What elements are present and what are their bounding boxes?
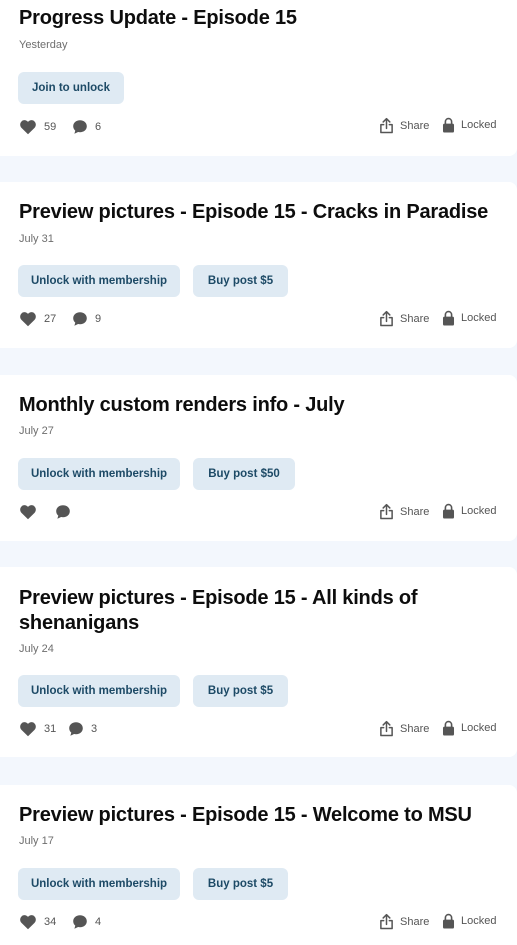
share-icon — [380, 720, 393, 737]
comment-count: 4 — [95, 916, 102, 928]
locked-label: Locked — [461, 119, 497, 131]
post-title[interactable]: Preview pictures - Episode 15 - Welcome … — [19, 803, 497, 828]
comment-count: 9 — [95, 313, 102, 325]
join-to-unlock-button[interactable]: Join to unlock — [18, 72, 124, 104]
lock-icon — [442, 720, 455, 736]
comment-icon — [73, 312, 87, 326]
like-count: 34 — [44, 916, 57, 928]
locked-label: Locked — [461, 505, 497, 517]
like-button[interactable]: 34 — [19, 914, 56, 930]
comment-icon — [56, 505, 70, 519]
post-card[interactable]: Monthly custom renders info - July July … — [0, 375, 517, 541]
post-card[interactable]: Preview pictures - Episode 15 - All kind… — [0, 567, 517, 757]
comment-count: 6 — [95, 121, 102, 133]
share-button[interactable]: Share — [379, 310, 429, 327]
post-date: July 24 — [19, 643, 54, 655]
locked-status: Locked — [442, 310, 496, 326]
buy-post-button[interactable]: Buy post $5 — [193, 675, 288, 707]
comment-button[interactable] — [55, 504, 78, 520]
post-date: July 17 — [19, 835, 54, 847]
share-icon — [380, 310, 393, 327]
lock-icon — [442, 117, 455, 133]
buy-post-button[interactable]: Buy post $5 — [193, 265, 288, 297]
comment-button[interactable]: 4 — [72, 914, 101, 930]
post-card[interactable]: Preview pictures - Episode 15 - Welcome … — [0, 785, 517, 945]
comment-button[interactable]: 9 — [72, 311, 101, 327]
like-count: 31 — [44, 723, 57, 735]
like-button[interactable] — [19, 504, 44, 520]
unlock-with-membership-button[interactable]: Unlock with membership — [18, 868, 180, 900]
share-icon — [380, 503, 393, 520]
post-title[interactable]: Preview pictures - Episode 15 - All kind… — [19, 586, 497, 636]
share-button[interactable]: Share — [379, 720, 429, 737]
share-label: Share — [400, 722, 430, 735]
comment-icon — [73, 915, 87, 929]
unlock-with-membership-button[interactable]: Unlock with membership — [18, 675, 180, 707]
locked-status: Locked — [442, 720, 496, 736]
like-count: 59 — [44, 121, 57, 133]
like-button[interactable]: 59 — [19, 119, 56, 135]
post-date: July 31 — [19, 233, 54, 245]
unlock-with-membership-button[interactable]: Unlock with membership — [18, 458, 180, 490]
post-date: July 27 — [19, 425, 54, 437]
like-count: 27 — [44, 313, 57, 325]
locked-label: Locked — [461, 312, 497, 324]
locked-label: Locked — [461, 722, 497, 734]
share-button[interactable]: Share — [379, 503, 429, 520]
share-label: Share — [400, 915, 430, 928]
buy-post-button[interactable]: Buy post $50 — [193, 458, 295, 490]
heart-icon — [20, 722, 36, 737]
lock-icon — [442, 503, 455, 519]
comment-count: 3 — [91, 723, 98, 735]
like-button[interactable]: 27 — [19, 311, 56, 327]
post-date: Yesterday — [19, 39, 68, 51]
heart-icon — [20, 120, 36, 135]
buy-post-button[interactable]: Buy post $5 — [193, 868, 288, 900]
post-card[interactable]: Preview pictures - Episode 15 - Cracks i… — [0, 182, 517, 348]
heart-icon — [20, 505, 36, 520]
comment-icon — [69, 722, 83, 736]
lock-icon — [442, 310, 455, 326]
post-title[interactable]: Progress Update - Episode 15 — [19, 6, 497, 31]
comment-button[interactable]: 6 — [72, 119, 101, 135]
locked-label: Locked — [461, 915, 497, 927]
share-icon — [380, 117, 393, 134]
heart-icon — [20, 915, 36, 930]
share-label: Share — [400, 505, 430, 518]
lock-icon — [442, 913, 455, 929]
locked-status: Locked — [442, 503, 496, 519]
share-label: Share — [400, 119, 430, 132]
share-label: Share — [400, 312, 430, 325]
heart-icon — [20, 312, 36, 327]
locked-status: Locked — [442, 117, 496, 133]
post-title[interactable]: Monthly custom renders info - July — [19, 393, 497, 418]
locked-status: Locked — [442, 913, 496, 929]
share-button[interactable]: Share — [379, 117, 429, 134]
unlock-with-membership-button[interactable]: Unlock with membership — [18, 265, 180, 297]
comment-button[interactable]: 3 — [68, 721, 97, 737]
post-card[interactable]: Progress Update - Episode 15 Yesterday J… — [0, 0, 517, 156]
share-icon — [380, 913, 393, 930]
comment-icon — [73, 120, 87, 134]
share-button[interactable]: Share — [379, 913, 429, 930]
like-button[interactable]: 31 — [19, 721, 56, 737]
post-title[interactable]: Preview pictures - Episode 15 - Cracks i… — [19, 200, 497, 225]
